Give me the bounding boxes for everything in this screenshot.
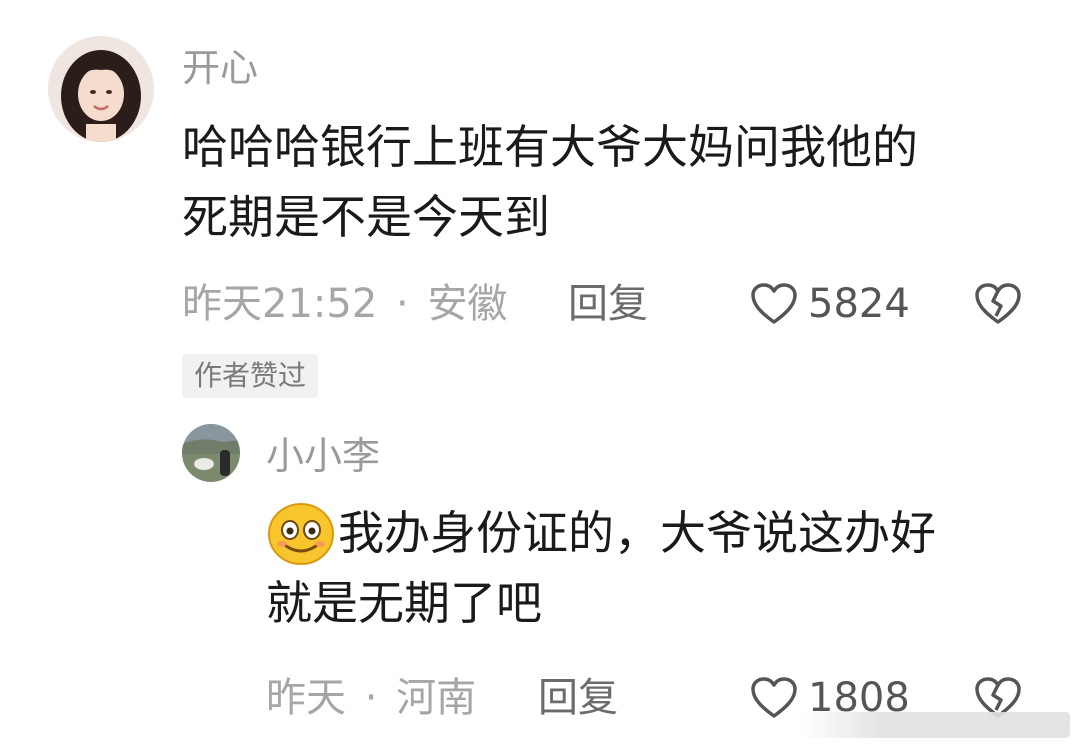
commenter-username[interactable]: 开心 bbox=[182, 44, 258, 92]
broken-heart-icon bbox=[975, 283, 1021, 324]
heart-outline-icon bbox=[751, 283, 797, 324]
comment-location: 河南 bbox=[396, 675, 477, 721]
comment-meta: 昨天21:52 · 安徽 bbox=[182, 284, 507, 324]
author-liked-badge: 作者赞过 bbox=[182, 354, 319, 398]
reply-button[interactable]: 回复 bbox=[568, 284, 648, 324]
comment-text: 我办身份证的，大爷说这办好 就是无期了吧 bbox=[266, 498, 936, 638]
comment-text-line: 死期是不是今天到 bbox=[182, 190, 550, 244]
commenter-username[interactable]: 小小李 bbox=[266, 432, 380, 480]
comment-text-line: 哈哈哈银行上班有大爷大妈问我他的 bbox=[182, 120, 918, 174]
comment-time: 昨天21:52 bbox=[182, 281, 378, 327]
like-button[interactable] bbox=[750, 676, 798, 720]
comment-location: 安徽 bbox=[427, 281, 508, 327]
comment-meta: 昨天 · 河南 bbox=[266, 678, 476, 718]
dislike-button[interactable] bbox=[974, 282, 1022, 326]
like-count: 5824 bbox=[808, 281, 910, 327]
meta-separator: · bbox=[364, 675, 378, 721]
meta-separator: · bbox=[396, 281, 409, 327]
like-button[interactable] bbox=[750, 282, 798, 326]
comment-text: 哈哈哈银行上班有大爷大妈问我他的 死期是不是今天到 bbox=[182, 112, 918, 252]
heart-outline-icon bbox=[751, 677, 797, 718]
comment-text-line: 我办身份证的，大爷说这办好 bbox=[338, 506, 936, 560]
watermark-bar bbox=[800, 712, 1070, 738]
reply-button[interactable]: 回复 bbox=[538, 678, 618, 718]
commenter-avatar[interactable] bbox=[48, 36, 154, 142]
comment-time: 昨天 bbox=[266, 675, 346, 721]
commenter-avatar[interactable] bbox=[182, 424, 240, 482]
comment-text-line: 就是无期了吧 bbox=[266, 576, 542, 630]
